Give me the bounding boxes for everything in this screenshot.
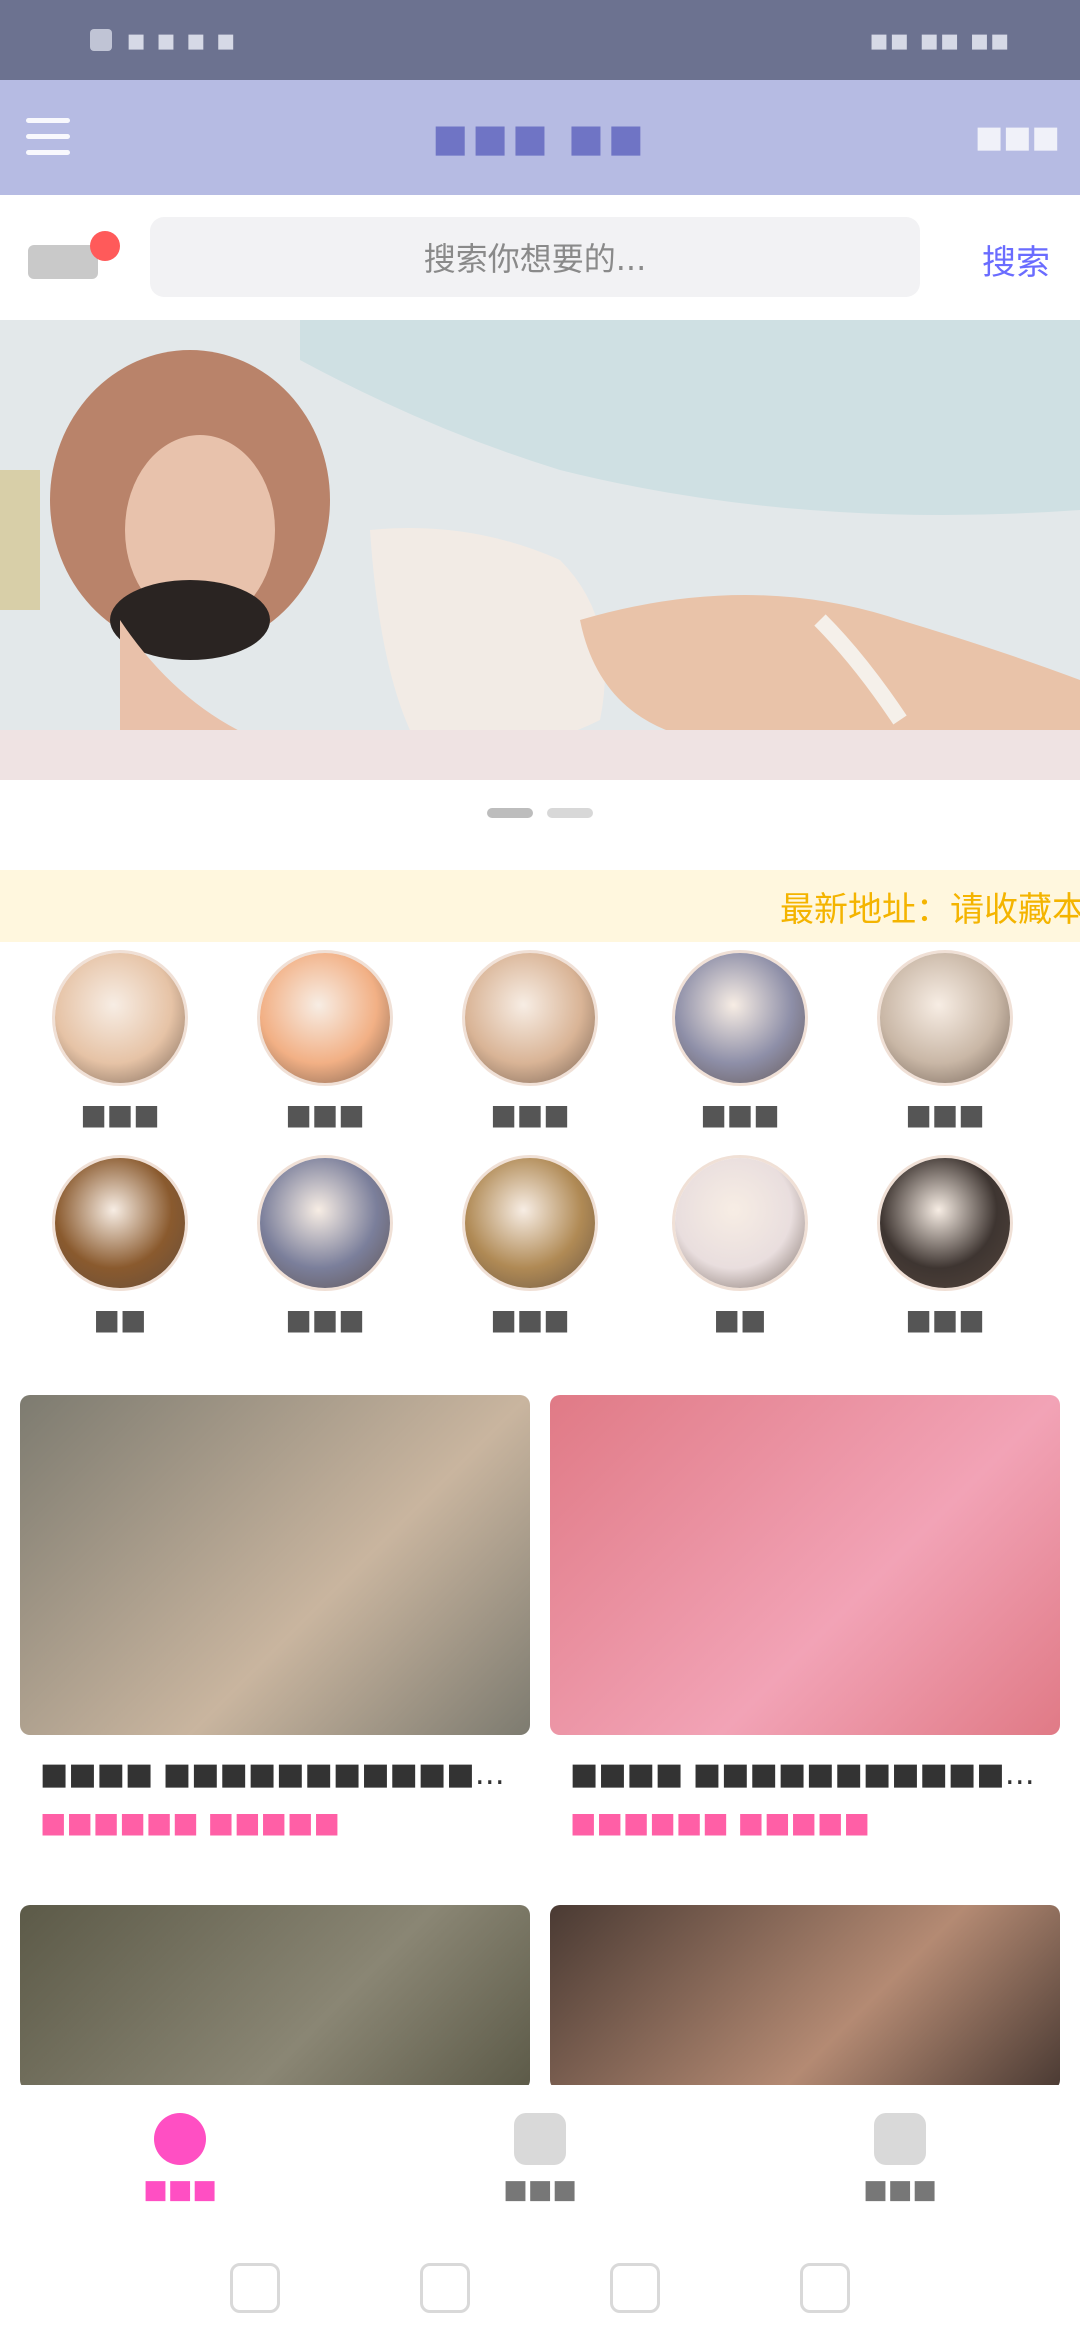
category-image [672, 1155, 808, 1291]
category-label: ■■■ [905, 1303, 985, 1336]
category-label: ■■■ [80, 1098, 160, 1131]
category-item[interactable]: ■■■ [860, 950, 1030, 1140]
video-thumbnail[interactable] [550, 1905, 1060, 2090]
video-thumbnail[interactable] [550, 1395, 1060, 1735]
category-item[interactable]: ■■■ [445, 1155, 615, 1345]
category-item[interactable]: ■■■ [445, 950, 615, 1140]
menu-icon[interactable] [26, 118, 70, 156]
category-item[interactable]: ■■■ [240, 950, 410, 1140]
category-image [52, 1155, 188, 1291]
category-label: ■■■ [285, 1303, 365, 1336]
category-image [672, 950, 808, 1086]
category-item[interactable]: ■■ [655, 1155, 825, 1345]
category-image [257, 1155, 393, 1291]
category-item[interactable]: ■■■ [240, 1155, 410, 1345]
category-image [52, 950, 188, 1086]
notification-badge [90, 231, 120, 261]
video-card[interactable] [20, 1905, 530, 2090]
search-placeholder: 搜索你想要的... [423, 240, 647, 278]
banner-image [0, 320, 1080, 780]
banner-carousel[interactable] [0, 320, 1080, 780]
system-nav [0, 2235, 1080, 2340]
logo-icon[interactable] [28, 231, 120, 279]
video-title[interactable]: ■■■■ ■■■■■■■■■■■■■■■■■■ [550, 1757, 1050, 1792]
menu-button[interactable] [230, 2262, 280, 2313]
video-card[interactable]: ■■■■ ■■■■■■■■■■■■■■■■■■■ ■■■■■■ ■■■■■ [20, 1395, 530, 1839]
search-row: 搜索你想要的... 搜索 [0, 195, 1080, 320]
video-card[interactable] [550, 1905, 1060, 2090]
nav-label: ■■■ [863, 2175, 937, 2205]
video-thumbnail[interactable] [20, 1395, 530, 1735]
home-icon [154, 2113, 206, 2165]
video-thumbnail[interactable] [20, 1905, 530, 2090]
category-label: ■■ [713, 1303, 767, 1336]
banner-dot[interactable] [487, 808, 533, 818]
category-item[interactable]: ■■■ [655, 950, 825, 1140]
banner-dot[interactable] [547, 808, 593, 818]
video-meta: ■■■■■■ ■■■■■ [40, 1806, 340, 1839]
user-icon [874, 2113, 926, 2165]
status-left-text: ▪ ▪ ▪ ▪ [126, 22, 236, 58]
video-title[interactable]: ■■■■ ■■■■■■■■■■■■■■■■■■■ [20, 1757, 520, 1792]
status-right-text: ▪▪ ▪▪ ▪▪ [868, 22, 1010, 58]
banner-dots [0, 808, 1080, 822]
page-title: ■■■ ■■ [432, 115, 648, 160]
keyboard-button[interactable] [800, 2262, 850, 2313]
category-image [257, 950, 393, 1086]
search-button[interactable]: 搜索 [982, 235, 1050, 284]
status-right: ▪▪ ▪▪ ▪▪ [869, 23, 1010, 58]
bottom-nav: ■■■ ■■■ ■■■ [0, 2085, 1080, 2235]
category-label: ■■■ [905, 1098, 985, 1131]
notice-bar: 最新地址：请收藏本站 [0, 870, 1080, 942]
category-label: ■■■ [285, 1098, 365, 1131]
nav-label: ■■■ [503, 2175, 577, 2205]
category-label: ■■■ [490, 1303, 570, 1336]
video-card[interactable]: ■■■■ ■■■■■■■■■■■■■■■■■■ ■■■■■■ ■■■■■ [550, 1395, 1060, 1839]
grid-icon [514, 2113, 566, 2165]
nav-label: ■■■ [143, 2175, 217, 2205]
notification-icon [90, 29, 112, 51]
notice-text: 最新地址：请收藏本站 [780, 889, 1080, 930]
home-button[interactable] [420, 2262, 470, 2313]
category-label: ■■■ [700, 1098, 780, 1131]
header-right-link[interactable]: ■■■ [975, 120, 1060, 155]
nav-item[interactable]: ■■■ [780, 2113, 1020, 2205]
app-header: ■■■ ■■ ■■■ [0, 80, 1080, 195]
category-item[interactable]: ■■ [35, 1155, 205, 1345]
category-image [877, 1155, 1013, 1291]
category-label: ■■ [93, 1303, 147, 1336]
nav-item[interactable]: ■■■ [420, 2113, 660, 2205]
nav-item[interactable]: ■■■ [60, 2113, 300, 2205]
category-image [877, 950, 1013, 1086]
status-bar: ▪ ▪ ▪ ▪ ▪▪ ▪▪ ▪▪ [0, 0, 1080, 80]
video-meta: ■■■■■■ ■■■■■ [570, 1806, 870, 1839]
status-left: ▪ ▪ ▪ ▪ [90, 23, 236, 58]
category-image [462, 1155, 598, 1291]
category-item[interactable]: ■■■ [860, 1155, 1030, 1345]
search-input[interactable]: 搜索你想要的... [150, 217, 920, 297]
category-label: ■■■ [490, 1098, 570, 1131]
category-image [462, 950, 598, 1086]
category-item[interactable]: ■■■ [35, 950, 205, 1140]
back-button[interactable] [610, 2262, 660, 2313]
